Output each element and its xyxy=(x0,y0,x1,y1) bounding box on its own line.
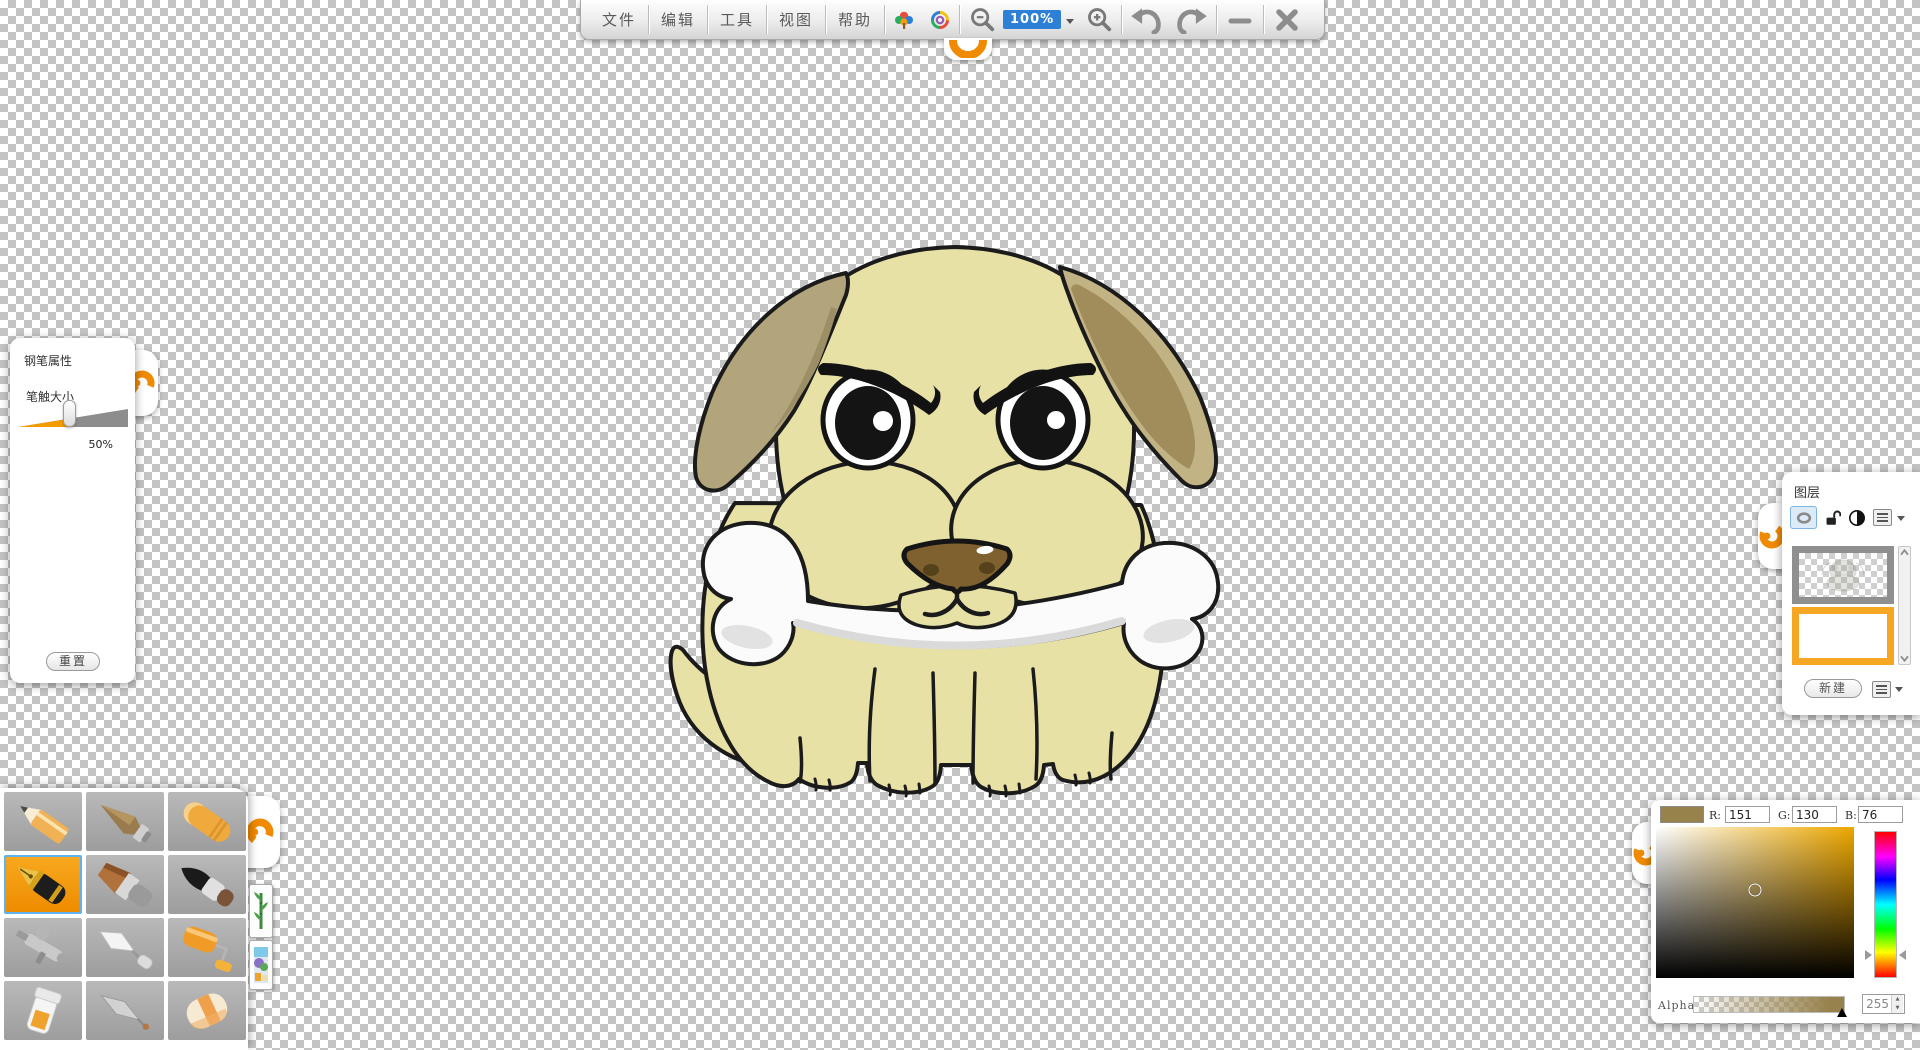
bamboo-icon xyxy=(253,889,269,933)
tool-liner-pen[interactable] xyxy=(86,981,164,1040)
red-field[interactable] xyxy=(1725,806,1770,823)
layer-item-selected[interactable] xyxy=(1792,607,1894,665)
layers-scrollbar[interactable] xyxy=(1898,546,1911,665)
ellipse-visibility-icon xyxy=(1795,511,1813,525)
orange-crescent-icon xyxy=(1758,519,1784,553)
scroll-up-icon[interactable] xyxy=(1900,549,1909,556)
main-toolbar: 文件 编辑 工具 视图 帮助 100% xyxy=(580,0,1325,40)
unlock-icon[interactable] xyxy=(1824,509,1841,527)
new-layer-button[interactable]: 新建 xyxy=(1804,679,1862,698)
zoom-level-field[interactable]: 100% xyxy=(1003,10,1061,29)
green-field[interactable] xyxy=(1792,806,1837,823)
layers-options-icon[interactable] xyxy=(1872,681,1891,698)
menu-edit[interactable]: 编辑 xyxy=(650,0,706,39)
extra-tool-bamboo[interactable] xyxy=(249,884,273,938)
toolbar-separator xyxy=(707,5,708,34)
alpha-marker-icon[interactable] xyxy=(1837,1008,1847,1017)
paint-app-window: { "toolbar": { "menus": ["文件", "编辑", "工具… xyxy=(0,0,1920,1050)
tool-pencil[interactable] xyxy=(4,792,82,851)
toolbar-separator xyxy=(1121,5,1122,34)
alpha-spinner: ▲ ▼ xyxy=(1862,994,1905,1014)
layer-sketch-preview xyxy=(1799,553,1887,597)
blend-contrast-icon[interactable] xyxy=(1848,509,1866,527)
layers-options-dropdown-arrow-icon[interactable] xyxy=(1895,687,1903,692)
tool-paint-tube[interactable] xyxy=(4,981,82,1040)
rainbow-swirl-icon[interactable] xyxy=(922,0,958,39)
blue-label: B: xyxy=(1845,809,1857,822)
menu-tools[interactable]: 工具 xyxy=(709,0,765,39)
layers-panel: 图层 xyxy=(1782,472,1920,715)
image-swatch-icon xyxy=(253,945,269,985)
rainbow-tree-icon[interactable] xyxy=(886,0,922,39)
canvas-drawing-area[interactable] xyxy=(635,233,1245,813)
minimize-button[interactable] xyxy=(1218,0,1262,39)
hue-marker-left-icon[interactable] xyxy=(1865,950,1872,960)
tool-fountain-pen[interactable] xyxy=(4,855,82,914)
color-cursor-icon[interactable] xyxy=(1749,884,1762,897)
zoom-in-button[interactable] xyxy=(1078,0,1120,39)
toolbar-separator xyxy=(825,5,826,34)
tool-wood-stick[interactable] xyxy=(86,792,164,851)
tool-ink-brush[interactable] xyxy=(168,855,246,914)
tool-paint-roller[interactable] xyxy=(168,918,246,977)
tool-eraser[interactable] xyxy=(168,981,246,1040)
redo-button[interactable] xyxy=(1169,0,1215,39)
zoom-dropdown-arrow-icon[interactable] xyxy=(1066,19,1074,24)
pen-properties-panel: 钢笔属性 笔触大小 50% 重置 xyxy=(10,338,135,683)
orange-arc-icon xyxy=(949,40,987,58)
artwork-angry-dog-with-bone xyxy=(635,233,1245,813)
toolbar-separator xyxy=(766,5,767,34)
brush-size-value: 50% xyxy=(89,438,113,451)
hue-marker-right-icon[interactable] xyxy=(1899,950,1906,960)
pen-panel-title: 钢笔属性 xyxy=(24,352,72,369)
tool-airbrush[interactable] xyxy=(4,918,82,977)
brush-palette xyxy=(0,788,248,1050)
saturation-value-picker[interactable] xyxy=(1656,827,1854,978)
zoom-out-button[interactable] xyxy=(961,0,1003,39)
blue-field[interactable] xyxy=(1858,806,1903,823)
reset-button[interactable]: 重置 xyxy=(46,652,100,671)
menu-help[interactable]: 帮助 xyxy=(827,0,883,39)
alpha-label: Alpha xyxy=(1658,999,1695,1012)
scroll-down-icon[interactable] xyxy=(1900,655,1909,662)
red-label: R: xyxy=(1709,809,1721,822)
toolbar-separator xyxy=(959,5,960,34)
toolbar-separator xyxy=(648,5,649,34)
toolbar-separator xyxy=(1263,5,1264,34)
layers-panel-collapse-handle[interactable] xyxy=(1758,503,1784,569)
undo-button[interactable] xyxy=(1123,0,1169,39)
brush-size-slider-handle[interactable] xyxy=(63,400,76,427)
toolbar-separator xyxy=(884,5,885,34)
orange-crescent-icon xyxy=(247,813,275,851)
toolbar-collapse-handle[interactable] xyxy=(944,38,992,60)
layer-visibility-toggle[interactable] xyxy=(1790,506,1817,529)
tool-crayon[interactable] xyxy=(168,792,246,851)
green-label: G: xyxy=(1778,809,1791,822)
layer-item-sketch[interactable] xyxy=(1792,546,1894,604)
menu-view[interactable]: 视图 xyxy=(768,0,824,39)
tool-flat-brush[interactable] xyxy=(86,855,164,914)
current-color-swatch xyxy=(1660,806,1704,823)
alpha-decrement-button[interactable]: ▼ xyxy=(1892,1004,1903,1013)
alpha-increment-button[interactable]: ▲ xyxy=(1892,995,1903,1004)
layer-menu-dropdown-arrow-icon[interactable] xyxy=(1897,516,1905,521)
alpha-slider[interactable] xyxy=(1693,996,1845,1013)
tool-palette-knife[interactable] xyxy=(86,918,164,977)
alpha-value-field[interactable] xyxy=(1863,995,1891,1013)
toolbar-separator xyxy=(1216,5,1217,34)
menu-file[interactable]: 文件 xyxy=(591,0,647,39)
extra-tool-image-brush[interactable] xyxy=(249,940,273,990)
hue-slider[interactable] xyxy=(1874,831,1897,978)
close-button[interactable] xyxy=(1265,0,1309,39)
color-picker-panel: R: G: B: Alpha ▲ ▼ xyxy=(1651,800,1920,1023)
layers-panel-title: 图层 xyxy=(1794,482,1820,501)
layer-menu-icon[interactable] xyxy=(1873,509,1892,526)
